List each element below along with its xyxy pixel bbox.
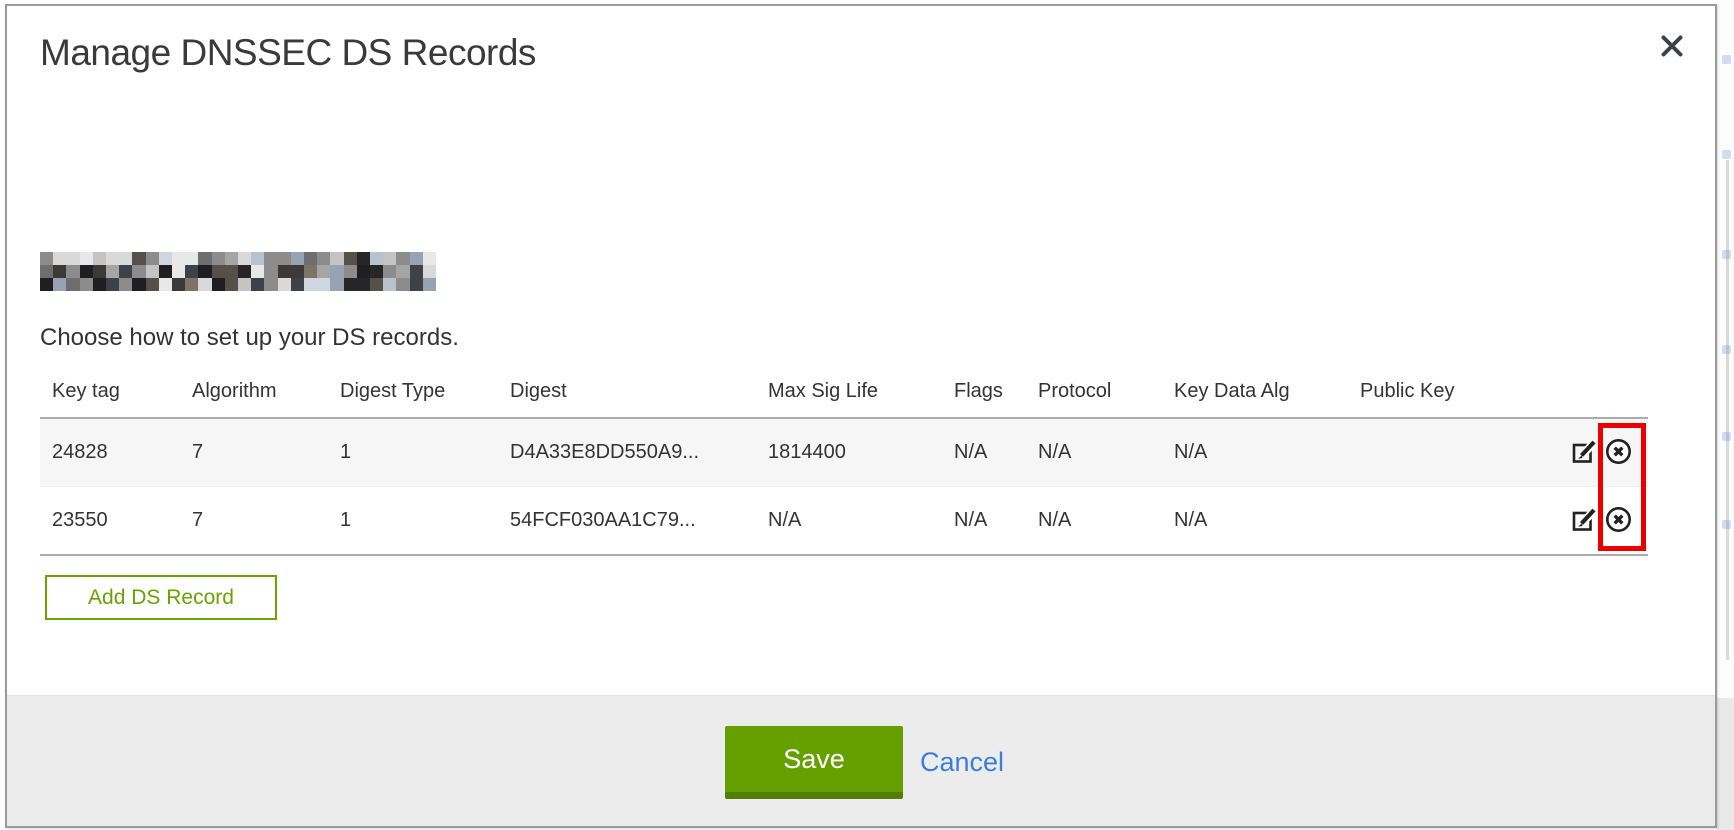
behind-page-smudge [1722, 250, 1731, 259]
table-row: 24828 7 1 D4A33E8DD550A9... 1814400 N/A … [40, 419, 1648, 487]
ds-records-table: Key tag Algorithm Digest Type Digest Max… [40, 365, 1648, 556]
column-header-key-tag: Key tag [40, 380, 180, 403]
behind-page-smudge [1722, 345, 1731, 354]
cell-flags: N/A [942, 441, 1026, 464]
behind-page-smudge [1722, 150, 1731, 159]
edit-icon [1571, 439, 1598, 466]
column-header-max-sig-life: Max Sig Life [756, 380, 942, 403]
column-header-digest: Digest [498, 380, 756, 403]
save-button[interactable]: Save [725, 726, 903, 799]
row-actions [1568, 439, 1648, 466]
cell-digest-type: 1 [328, 509, 498, 532]
cell-algorithm: 7 [180, 441, 328, 464]
cell-digest: D4A33E8DD550A9... [498, 441, 756, 464]
row-actions [1568, 507, 1648, 534]
table-row: 23550 7 1 54FCF030AA1C79... N/A N/A N/A … [40, 487, 1648, 554]
add-ds-record-button[interactable]: Add DS Record [45, 575, 277, 620]
column-header-algorithm: Algorithm [180, 380, 328, 403]
column-header-digest-type: Digest Type [328, 380, 498, 403]
cell-flags: N/A [942, 509, 1026, 532]
close-button[interactable] [1653, 28, 1691, 66]
behind-page-smudge [1722, 432, 1731, 441]
cell-max-sig-life: N/A [756, 509, 942, 532]
cell-key-tag: 24828 [40, 441, 180, 464]
behind-page-footer-gray [1717, 698, 1734, 830]
behind-page-scrollbar [1726, 160, 1729, 660]
cell-digest: 54FCF030AA1C79... [498, 509, 756, 532]
dialog-footer: Save Cancel [7, 695, 1715, 826]
column-header-key-data-alg: Key Data Alg [1162, 380, 1348, 403]
manage-dnssec-dialog: Manage DNSSEC DS Records Choose how to s… [5, 4, 1717, 828]
table-header-row: Key tag Algorithm Digest Type Digest Max… [40, 365, 1648, 419]
page-background: { "dialog": { "title": "Manage DNSSEC DS… [0, 0, 1734, 830]
delete-record-button[interactable] [1605, 439, 1632, 466]
edit-record-button[interactable] [1571, 439, 1598, 466]
cell-key-data-alg: N/A [1162, 509, 1348, 532]
cell-key-tag: 23550 [40, 509, 180, 532]
close-icon [1659, 33, 1685, 62]
table-bottom-border [40, 554, 1648, 556]
domain-name-redacted [40, 252, 436, 291]
circle-x-icon [1605, 507, 1632, 534]
column-header-public-key: Public Key [1348, 380, 1568, 403]
cell-digest-type: 1 [328, 441, 498, 464]
behind-page-smudge [1722, 520, 1731, 529]
dialog-title: Manage DNSSEC DS Records [40, 32, 536, 74]
cancel-link[interactable]: Cancel [920, 747, 1004, 778]
edit-icon [1571, 507, 1598, 534]
column-header-protocol: Protocol [1026, 380, 1162, 403]
circle-x-icon [1605, 439, 1632, 466]
cell-max-sig-life: 1814400 [756, 441, 942, 464]
setup-instruction: Choose how to set up your DS records. [40, 324, 459, 352]
edit-record-button[interactable] [1571, 507, 1598, 534]
cell-key-data-alg: N/A [1162, 441, 1348, 464]
behind-page-smudge [1722, 55, 1731, 64]
column-header-flags: Flags [942, 380, 1026, 403]
behind-modal-page-sliver [1717, 0, 1734, 830]
cell-algorithm: 7 [180, 509, 328, 532]
delete-record-button[interactable] [1605, 507, 1632, 534]
cell-protocol: N/A [1026, 509, 1162, 532]
cell-protocol: N/A [1026, 441, 1162, 464]
